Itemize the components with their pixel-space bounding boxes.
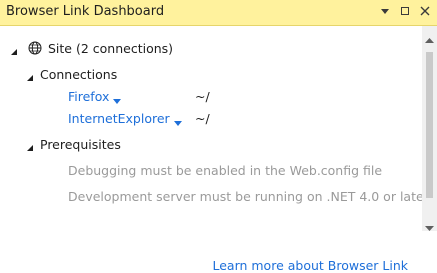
dashboard-content: Site (2 connections) Connections Firefox… xyxy=(0,26,429,273)
learn-more-link[interactable]: Learn more about Browser Link xyxy=(212,258,408,273)
titlebar-actions xyxy=(379,3,431,19)
prerequisites-row[interactable]: Prerequisites xyxy=(26,134,121,154)
scroll-down-icon[interactable] xyxy=(425,218,434,231)
site-row[interactable]: Site (2 connections) xyxy=(10,38,173,58)
connection-row-firefox[interactable]: Firefox xyxy=(68,86,122,106)
internetexplorer-dropdown-icon[interactable] xyxy=(173,115,182,126)
connection-row-internetexplorer[interactable]: InternetExplorer xyxy=(68,108,182,128)
prerequisite-item: Debugging must be enabled in the Web.con… xyxy=(68,160,382,180)
internetexplorer-path-text: ~/ xyxy=(195,110,210,126)
collapse-prerequisites-icon[interactable] xyxy=(26,140,34,151)
collapse-connections-icon[interactable] xyxy=(26,70,34,81)
internetexplorer-path: ~/ xyxy=(195,108,210,128)
prerequisite-item: Development server must be running on .N… xyxy=(68,186,429,206)
vertical-scrollbar[interactable] xyxy=(422,26,437,231)
internetexplorer-link[interactable]: InternetExplorer xyxy=(68,111,170,126)
firefox-path-text: ~/ xyxy=(195,88,210,104)
browser-link-dashboard-panel: Browser Link Dashboard Site (2 connectio… xyxy=(0,0,437,273)
site-label: Site (2 connections) xyxy=(48,40,174,56)
firefox-dropdown-icon[interactable] xyxy=(113,93,122,104)
titlebar: Browser Link Dashboard xyxy=(0,0,437,26)
firefox-link[interactable]: Firefox xyxy=(68,89,109,104)
connections-label: Connections xyxy=(40,66,118,82)
prerequisites-label: Prerequisites xyxy=(40,136,121,152)
dropdown-icon[interactable] xyxy=(379,3,391,19)
collapse-site-icon[interactable] xyxy=(10,44,18,55)
dashboard-tree: Site (2 connections) Connections Firefox… xyxy=(0,26,429,231)
panel-title: Browser Link Dashboard xyxy=(6,4,165,19)
connections-row[interactable]: Connections xyxy=(26,64,117,84)
globe-icon xyxy=(28,41,42,55)
scroll-thumb[interactable] xyxy=(426,52,433,198)
prerequisite-text: Development server must be running on .N… xyxy=(68,188,429,204)
restore-icon[interactable] xyxy=(399,3,411,19)
firefox-path: ~/ xyxy=(195,86,210,106)
prerequisite-text: Debugging must be enabled in the Web.con… xyxy=(68,162,383,178)
scroll-up-icon[interactable] xyxy=(425,30,434,43)
close-icon[interactable] xyxy=(419,3,431,19)
